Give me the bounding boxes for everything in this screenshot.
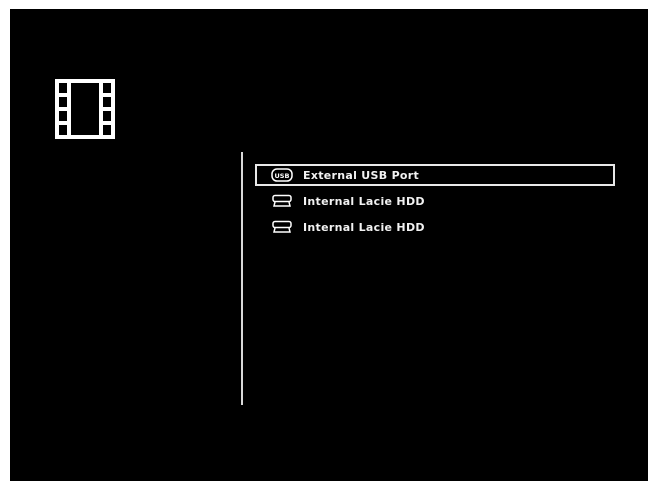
hard-drive-icon [272,220,292,233]
device-list: USB External USB Port Internal Lacie HDD… [255,164,615,242]
device-label: Internal Lacie HDD [303,194,425,208]
film-strip-icon [55,79,115,139]
svg-text:USB: USB [275,172,290,180]
device-item-internal-hdd[interactable]: Internal Lacie HDD [255,190,615,212]
device-label: Internal Lacie HDD [303,220,425,234]
media-browser-screen: USB External USB Port Internal Lacie HDD… [10,9,648,481]
vertical-divider [241,152,243,405]
device-item-internal-hdd[interactable]: Internal Lacie HDD [255,216,615,238]
device-label: External USB Port [303,168,420,182]
device-item-external-usb[interactable]: USB External USB Port [255,164,615,186]
hard-drive-icon [272,194,292,207]
usb-icon: USB [271,168,293,182]
